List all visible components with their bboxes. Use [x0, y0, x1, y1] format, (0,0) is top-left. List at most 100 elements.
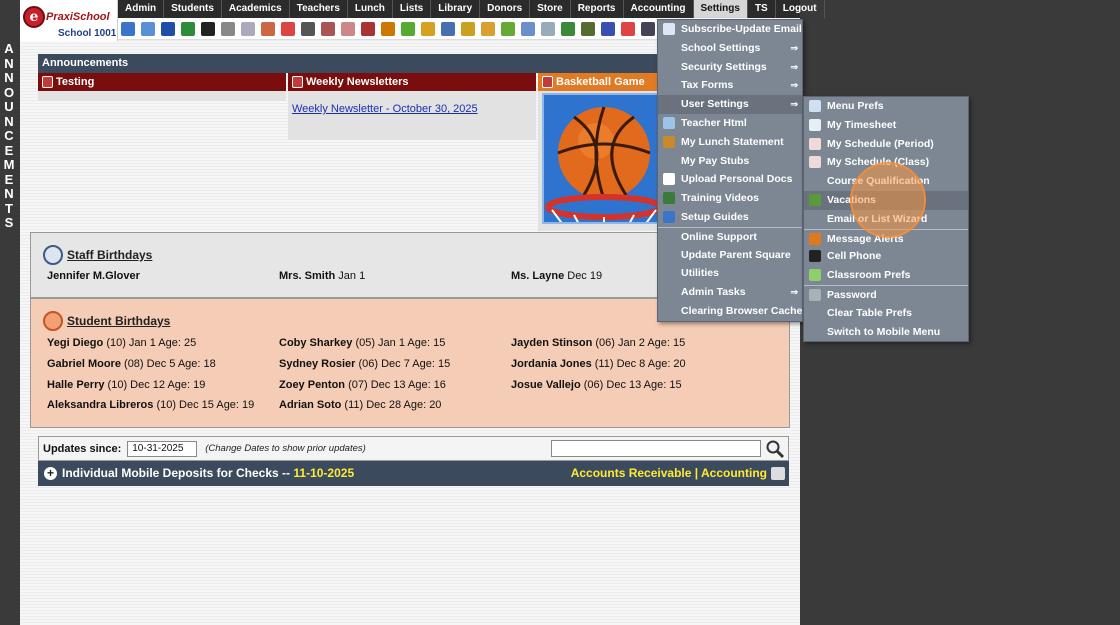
menu-item-setup-guides[interactable]: Setup Guides: [658, 208, 802, 227]
menu-item-cell-phone[interactable]: Cell Phone: [804, 247, 968, 266]
toolbar-shortcut-icon[interactable]: [321, 21, 335, 36]
announcements-side-strip[interactable]: ANNOUNCEMENTS: [0, 0, 18, 625]
toolbar-shortcut-icon[interactable]: [441, 21, 455, 36]
nav-lists[interactable]: Lists: [393, 0, 432, 18]
menu-item-password[interactable]: Password: [804, 284, 968, 304]
toolbar-shortcut-icon[interactable]: [601, 21, 615, 36]
nav-store[interactable]: Store: [530, 0, 571, 18]
toolbar-shortcut-icon[interactable]: [161, 21, 175, 36]
toolbar-shortcut-icon[interactable]: [141, 21, 155, 36]
basketball-image[interactable]: [542, 93, 662, 224]
menu-item-tax-forms[interactable]: Tax Forms ⇒: [658, 76, 802, 95]
nav-donors[interactable]: Donors: [480, 0, 531, 18]
toolbar-shortcut-icon[interactable]: [561, 21, 575, 36]
menu-item-upload-personal-docs[interactable]: Upload Personal Docs: [658, 170, 802, 189]
menu-item-clear-table-prefs[interactable]: Clear Table Prefs: [804, 304, 968, 323]
toolbar-shortcut-icon[interactable]: [201, 21, 215, 36]
menu-item-my-pay-stubs[interactable]: My Pay Stubs: [658, 152, 802, 171]
nav-accounting[interactable]: Accounting: [624, 0, 694, 18]
expand-plus-icon[interactable]: +: [44, 467, 57, 480]
toolbar-shortcut-icon[interactable]: [501, 21, 515, 36]
toolbar-shortcut-icon[interactable]: [621, 21, 635, 36]
toolbar-shortcut-icon[interactable]: [361, 21, 375, 36]
announcement-title[interactable]: Testing: [38, 73, 286, 91]
menu-item-admin-tasks[interactable]: Admin Tasks ⇒: [658, 283, 802, 302]
toolbar-shortcut-icon[interactable]: [421, 21, 435, 36]
toolbar-shortcut-icon[interactable]: [401, 21, 415, 36]
toolbar-shortcut-icon[interactable]: [481, 21, 495, 36]
menu-item-update-parent-square[interactable]: Update Parent Square: [658, 246, 802, 265]
nav-logout[interactable]: Logout: [776, 0, 825, 18]
toolbar-shortcut-icon[interactable]: [181, 21, 195, 36]
vertical-letter: S: [4, 215, 14, 230]
nav-admin[interactable]: Admin: [118, 0, 165, 18]
nav-academics[interactable]: Academics: [222, 0, 290, 18]
toolbar-shortcut-icon[interactable]: [121, 21, 135, 36]
newsletter-link[interactable]: Weekly Newsletter - October 30, 2025: [292, 103, 478, 115]
birthday-entry: Sydney Rosier (06) Dec 7 Age: 15: [279, 358, 450, 370]
print-icon[interactable]: [771, 467, 785, 480]
toolbar-shortcut-icon[interactable]: [521, 21, 535, 36]
toolbar-shortcut-icon[interactable]: [301, 21, 315, 36]
menu-item-my-timesheet[interactable]: My Timesheet: [804, 116, 968, 135]
menu-item-menu-prefs[interactable]: Menu Prefs: [804, 97, 968, 116]
menu-item-course-qualification[interactable]: Course Qualification: [804, 172, 968, 191]
birthday-name: Sydney Rosier: [279, 357, 356, 370]
updates-search-input[interactable]: [551, 440, 761, 457]
toolbar-shortcut-icon[interactable]: [541, 21, 555, 36]
birthday-name: Mrs. Smith: [279, 270, 336, 282]
vertical-letter: N: [4, 55, 14, 71]
grid-icon: [809, 100, 821, 112]
menu-item-vacations[interactable]: Vacations: [804, 190, 968, 210]
menu-item-security-settings[interactable]: Security Settings ⇒: [658, 58, 802, 77]
burger-icon: [663, 135, 675, 148]
toolbar-shortcut-icon[interactable]: [381, 21, 395, 36]
updates-since-bar: Updates since: 10-31-2025 (Change Dates …: [38, 436, 789, 461]
deposit-links[interactable]: Accounts Receivable | Accounting: [571, 461, 767, 486]
menu-item-label: Utilities: [681, 267, 719, 280]
menu-item-training-videos[interactable]: Training Videos: [658, 189, 802, 208]
mobile-deposits-bar[interactable]: + Individual Mobile Deposits for Checks …: [38, 461, 789, 486]
staff-birthdays-heading[interactable]: Staff Birthdays: [43, 245, 152, 265]
menu-item-online-support[interactable]: Online Support: [658, 226, 802, 246]
search-icon[interactable]: [765, 439, 785, 459]
menu-item-label: Admin Tasks: [681, 286, 746, 299]
toolbar-shortcut-icon[interactable]: [581, 21, 595, 36]
vertical-letter: T: [5, 200, 13, 216]
menu-item-switch-to-mobile-menu[interactable]: Switch to Mobile Menu: [804, 323, 968, 342]
menu-item-message-alerts[interactable]: Message Alerts: [804, 228, 968, 248]
toolbar-shortcut-icon[interactable]: [221, 21, 235, 36]
menu-item-user-settings[interactable]: User Settings ⇒: [658, 95, 802, 114]
menu-item-utilities[interactable]: Utilities: [658, 264, 802, 283]
menu-item-classroom-prefs[interactable]: Classroom Prefs: [804, 266, 968, 285]
menu-item-my-lunch-statement[interactable]: My Lunch Statement: [658, 133, 802, 152]
menu-item-my-schedule-period[interactable]: My Schedule (Period): [804, 135, 968, 154]
toolbar-shortcut-icon[interactable]: [281, 21, 295, 36]
announcement-title[interactable]: Basketball Game: [538, 73, 668, 91]
toolbar-shortcut-icon[interactable]: [341, 21, 355, 36]
toolbar-shortcut-icon[interactable]: [261, 21, 275, 36]
menu-item-teacher-html[interactable]: Teacher Html: [658, 114, 802, 133]
student-birthdays-heading[interactable]: Student Birthdays: [43, 311, 170, 331]
menu-item-email-or-list-wizard[interactable]: Email or List Wizard: [804, 210, 968, 229]
nav-students[interactable]: Students: [164, 0, 222, 18]
toolbar-shortcut-icon[interactable]: [641, 21, 655, 36]
nav-settings[interactable]: Settings: [693, 0, 748, 18]
menu-item-subscribe-update-email[interactable]: Subscribe-Update Email: [658, 20, 802, 39]
nav-library[interactable]: Library: [431, 0, 481, 18]
menu-item-my-schedule-class[interactable]: My Schedule (Class): [804, 153, 968, 172]
nav-lunch[interactable]: Lunch: [348, 0, 393, 18]
praxischool-logo[interactable]: e PraxiSchool School 1001: [20, 0, 118, 41]
menu-item-clearing-browser-cache[interactable]: Clearing Browser Cache: [658, 302, 802, 321]
menu-item-school-settings[interactable]: School Settings ⇒: [658, 39, 802, 58]
nav-ts[interactable]: TS: [748, 0, 776, 18]
updates-since-date-input[interactable]: 10-31-2025: [127, 440, 198, 457]
toolbar-shortcut-icon[interactable]: [241, 21, 255, 36]
nav-teachers[interactable]: Teachers: [290, 0, 348, 18]
birthday-entry: Ms. Layne Dec 19: [511, 270, 602, 282]
nav-reports[interactable]: Reports: [571, 0, 624, 18]
announcement-title[interactable]: Weekly Newsletters: [288, 73, 536, 91]
birthday-entry: Adrian Soto (11) Dec 28 Age: 20: [279, 399, 441, 411]
menu-item-label: Cell Phone: [827, 250, 882, 263]
toolbar-shortcut-icon[interactable]: [461, 21, 475, 36]
